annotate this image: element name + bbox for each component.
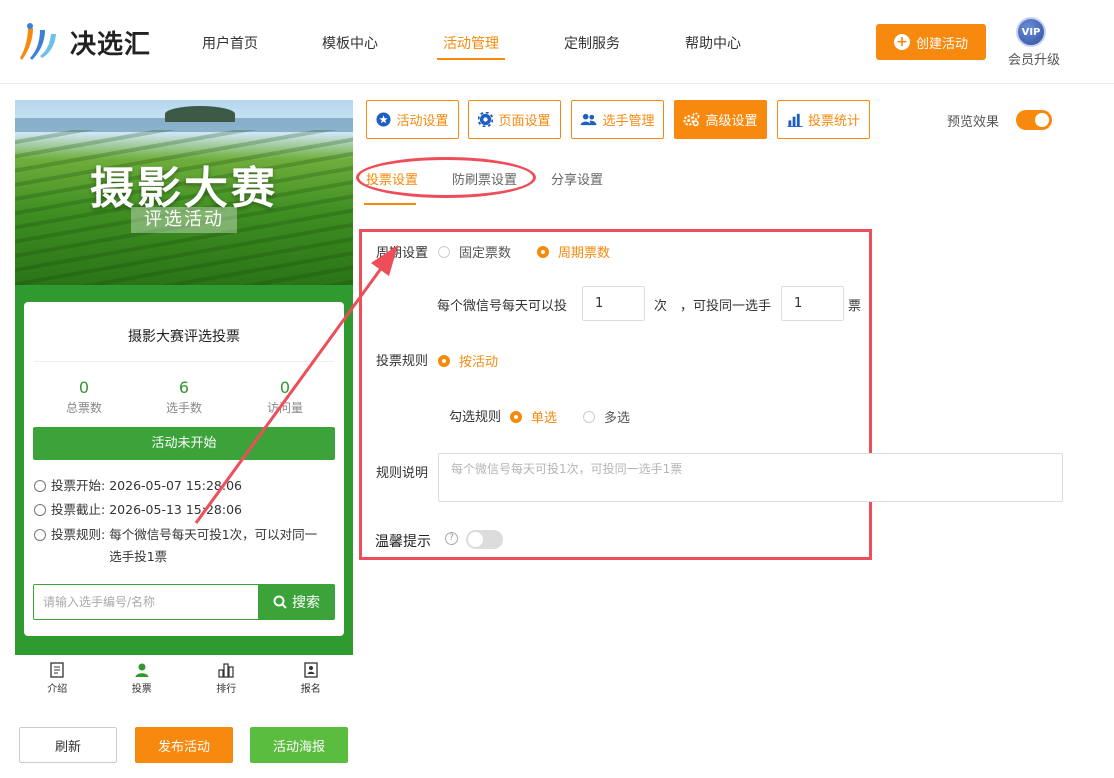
document-icon [50, 662, 64, 678]
tab-page-settings[interactable]: 页面设置 [468, 100, 561, 139]
search-icon [273, 595, 287, 609]
radio-circle [438, 245, 450, 258]
tab-vote[interactable]: 投票 [100, 655, 185, 698]
active-subtab-indicator [364, 203, 416, 205]
nav-activity-management[interactable]: 活动管理 [443, 33, 499, 53]
clock-icon [34, 504, 46, 516]
radio-circle [537, 245, 549, 258]
per-day-votes-input[interactable] [582, 286, 645, 321]
preview-effect-label: 预览效果 [947, 115, 1000, 130]
info-icon [34, 529, 46, 541]
radio-circle [438, 354, 450, 367]
search-input[interactable] [34, 585, 258, 619]
logo-text: 决选汇 [70, 30, 152, 60]
activity-poster-button[interactable]: 活动海报 [250, 727, 348, 763]
tab-intro[interactable]: 介绍 [15, 655, 100, 698]
vote-rule-label: 投票规则 [376, 354, 429, 369]
radio-by-activity[interactable]: 按活动 [438, 351, 498, 370]
register-icon [304, 662, 318, 678]
radio-circle [510, 410, 522, 423]
gears-icon [683, 112, 700, 127]
radio-cycle-votes[interactable]: 周期票数 [537, 242, 610, 261]
refresh-button[interactable]: 刷新 [19, 727, 117, 763]
tab-player-management[interactable]: 选手管理 [571, 100, 664, 139]
vote-rule-row: 投票规则: 每个微信号每天可投1次，可以对同一选手投1票 [34, 524, 327, 568]
tip-toggle[interactable] [466, 530, 503, 549]
nav-help-center[interactable]: 帮助中心 [685, 33, 741, 53]
annotation-highlight-box [359, 229, 872, 560]
banner-image: 摄影大赛 评选活动 [15, 100, 353, 285]
radio-multiple-choice[interactable]: 多选 [583, 407, 630, 426]
annotation-ellipse [356, 157, 536, 198]
tab-ranking[interactable]: 排行 [184, 655, 269, 698]
active-nav-indicator [437, 58, 505, 60]
stat-total-votes: 0 总票数 [65, 378, 102, 416]
nav-home[interactable]: 用户首页 [202, 33, 258, 53]
tab-activity-settings[interactable]: 活动设置 [366, 100, 459, 139]
tab-advanced-settings[interactable]: 高级设置 [674, 100, 767, 139]
create-activity-button[interactable]: + 创建活动 [876, 24, 986, 60]
subtab-share-settings[interactable]: 分享设置 [551, 169, 603, 188]
votes-unit: 票 [848, 299, 862, 314]
statistics-icon [787, 113, 803, 127]
stat-visits: 0 访问量 [266, 378, 303, 416]
help-icon[interactable]: ? [445, 532, 458, 545]
per-day-text: 每个微信号每天可以投 [437, 299, 568, 314]
card-title: 摄影大赛评选投票 [128, 329, 240, 345]
bar-chart-icon [218, 663, 234, 678]
users-icon [581, 113, 597, 126]
stat-players: 6 选手数 [165, 378, 202, 416]
times-unit: 次 [654, 299, 668, 314]
divider [34, 361, 334, 362]
rule-description-label: 规则说明 [376, 466, 429, 481]
check-rule-label: 勾选规则 [449, 410, 502, 425]
star-icon [376, 112, 392, 127]
tab-signup[interactable]: 报名 [269, 655, 354, 698]
same-player-votes-input[interactable] [781, 286, 844, 321]
vote-start-row: 投票开始: 2026-05-07 15:28:06 [34, 475, 327, 497]
vip-upgrade-link[interactable]: 会员升级 [1008, 49, 1060, 68]
cycle-settings-label: 周期设置 [376, 246, 429, 261]
publish-activity-button[interactable]: 发布活动 [135, 727, 233, 763]
search-button[interactable]: 搜索 [258, 585, 335, 619]
top-header: 决选汇 用户首页 模板中心 活动管理 定制服务 帮助中心 + 创建活动 VIP … [0, 0, 1114, 84]
create-activity-label: 创建活动 [915, 36, 968, 52]
activity-card: 摄影大赛评选投票 0 总票数 6 选手数 0 访问量 活动未开始 投票开始: 2… [24, 302, 344, 636]
gear-icon [478, 112, 494, 127]
player-search: 搜索 [33, 584, 335, 620]
banner-subtitle: 评选活动 [131, 207, 237, 233]
nav-custom-service[interactable]: 定制服务 [564, 33, 620, 53]
same-player-text: ，可投同一选手 [680, 299, 772, 314]
nav-templates[interactable]: 模板中心 [322, 33, 378, 53]
logo-icon [20, 23, 56, 60]
user-icon [135, 663, 149, 677]
tip-label: 温馨提示 [375, 534, 431, 550]
vip-icon[interactable]: VIP [1016, 17, 1046, 47]
plus-icon: + [893, 34, 910, 50]
radio-fixed-votes[interactable]: 固定票数 [438, 242, 511, 261]
vote-end-row: 投票截止: 2026-05-13 15:28:06 [34, 499, 327, 521]
radio-single-choice[interactable]: 单选 [510, 407, 557, 426]
clock-icon [34, 480, 46, 492]
preview-tabbar: 介绍 投票 排行 报名 [15, 655, 353, 698]
preview-body: 摄影大赛评选投票 0 总票数 6 选手数 0 访问量 活动未开始 投票开始: 2… [15, 285, 353, 655]
tab-vote-statistics[interactable]: 投票统计 [777, 100, 870, 139]
preview-effect-toggle[interactable] [1016, 110, 1052, 130]
mobile-preview: 摄影大赛 评选活动 摄影大赛评选投票 0 总票数 6 选手数 0 访问量 活动未… [15, 100, 353, 698]
radio-circle [583, 410, 595, 423]
activity-status-button[interactable]: 活动未开始 [33, 427, 335, 460]
rule-description-textarea[interactable] [438, 453, 1063, 502]
